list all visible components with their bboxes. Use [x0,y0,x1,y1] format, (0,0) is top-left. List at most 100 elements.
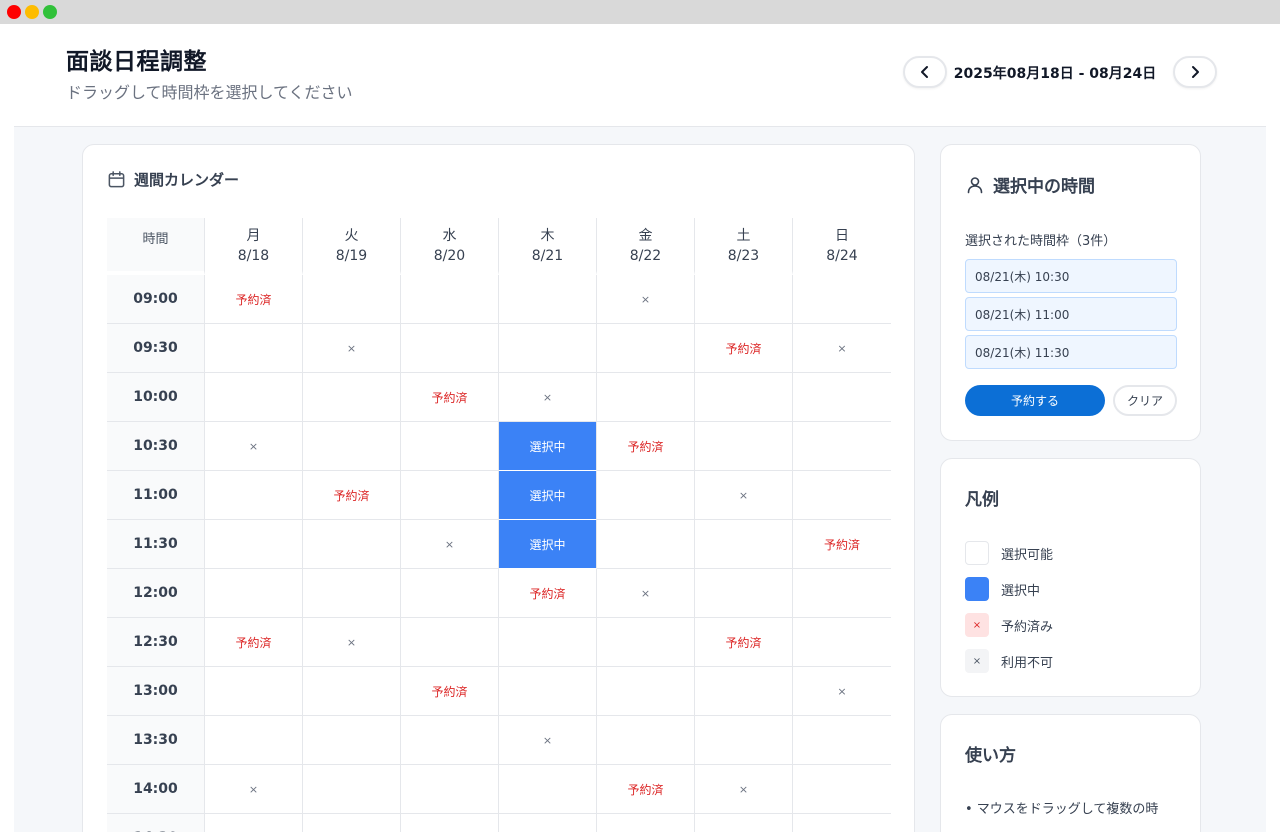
available-slot[interactable] [695,569,793,618]
close-window-icon[interactable] [7,5,21,19]
unavailable-slot: × [695,765,793,814]
selected-times-heading: 選択中の時間 [965,172,1095,197]
available-slot[interactable] [499,275,597,324]
day-header: 月 8/18 [205,218,303,275]
page-subtitle: ドラッグして時間枠を選択してください [66,83,353,102]
selected-slot[interactable]: 選択中 [499,520,597,569]
available-slot[interactable] [401,716,499,765]
available-slot[interactable] [401,422,499,471]
available-slot[interactable] [695,716,793,765]
available-slot[interactable] [303,373,401,422]
available-slot[interactable] [793,716,891,765]
selected-slot-list: 08/21(木) 10:30 08/21(木) 11:00 08/21(木) 11:… [965,259,1177,373]
available-slot[interactable] [303,716,401,765]
calendar-card: 週間カレンダー 時間 月 8/18 火 8/19 水 8/20 木 8/21 金 8/22 土 8/2… [82,144,915,832]
available-slot[interactable] [695,520,793,569]
selected-slot[interactable]: 選択中 [499,471,597,520]
available-slot[interactable] [205,471,303,520]
available-slot[interactable] [499,814,597,832]
available-slot[interactable] [695,275,793,324]
available-slot[interactable] [303,765,401,814]
calendar-heading-label: 週間カレンダー [134,171,240,189]
booked-slot: 予約済 [303,471,401,520]
available-slot[interactable] [597,373,695,422]
day-date: 8/20 [433,248,466,264]
available-slot[interactable] [695,422,793,471]
available-slot[interactable] [401,618,499,667]
available-slot[interactable] [303,814,401,832]
available-slot[interactable] [303,520,401,569]
unavailable-slot: × [205,765,303,814]
selected-slot-item[interactable]: 08/21(木) 10:30 [965,259,1177,293]
unavailable-slot: × [597,275,695,324]
available-slot[interactable] [499,765,597,814]
time-row: 10:30 × 選択中 予約済 [107,422,892,471]
clear-button[interactable]: クリア [1113,385,1177,416]
legend-item-booked: × 予約済み [965,613,1053,637]
available-slot[interactable] [793,618,891,667]
window-titlebar [0,0,1280,24]
legend-title: 凡例 [965,490,999,510]
unavailable-slot: × [695,471,793,520]
selected-count-label: 選択された時間枠（3件） [965,234,1117,249]
minimize-window-icon[interactable] [25,5,39,19]
available-slot[interactable] [597,716,695,765]
available-slot[interactable] [793,373,891,422]
available-slot[interactable] [303,569,401,618]
available-slot[interactable] [597,814,695,832]
selected-slot-item[interactable]: 08/21(木) 11:30 [965,335,1177,369]
available-slot[interactable] [793,569,891,618]
available-slot[interactable] [597,471,695,520]
usage-title: 使い方 [965,746,1016,766]
unavailable-slot: × [303,618,401,667]
available-slot[interactable] [793,422,891,471]
available-slot[interactable] [401,814,499,832]
available-slot[interactable] [401,569,499,618]
available-slot[interactable] [793,814,891,832]
available-slot[interactable] [499,618,597,667]
available-slot[interactable] [401,765,499,814]
usage-card: 使い方 • マウスをドラッグして複数の時 [940,714,1201,832]
available-slot[interactable] [401,471,499,520]
available-slot[interactable] [401,324,499,373]
available-slot[interactable] [205,373,303,422]
available-slot[interactable] [695,814,793,832]
available-slot[interactable] [401,275,499,324]
available-slot[interactable] [793,275,891,324]
available-slot[interactable] [205,569,303,618]
available-slot[interactable] [205,520,303,569]
unavailable-swatch: × [965,649,989,673]
available-slot[interactable] [499,667,597,716]
available-slot[interactable] [205,716,303,765]
day-header: 木 8/21 [499,218,597,275]
booked-slot: 予約済 [695,618,793,667]
time-label: 10:00 [107,373,205,422]
available-slot[interactable] [303,667,401,716]
available-slot[interactable] [597,667,695,716]
day-header: 金 8/22 [597,218,695,275]
available-slot[interactable] [793,471,891,520]
available-slot[interactable] [205,324,303,373]
day-date: 8/24 [826,248,858,264]
available-slot[interactable] [695,373,793,422]
book-button[interactable]: 予約する [965,385,1105,416]
available-slot[interactable] [303,422,401,471]
time-label: 14:30 [107,814,205,832]
available-slot[interactable] [303,275,401,324]
legend-item-unavailable: × 利用不可 [965,649,1053,673]
available-slot[interactable] [793,765,891,814]
selected-slot-item[interactable]: 08/21(木) 11:00 [965,297,1177,331]
next-week-button[interactable] [1173,56,1217,88]
available-slot[interactable] [597,520,695,569]
day-header: 水 8/20 [401,218,499,275]
available-slot[interactable] [499,324,597,373]
available-slot[interactable] [695,667,793,716]
available-slot[interactable] [205,667,303,716]
available-slot[interactable] [597,618,695,667]
available-slot[interactable] [205,814,303,832]
prev-week-button[interactable] [903,56,947,88]
maximize-window-icon[interactable] [43,5,57,19]
selected-slot[interactable]: 選択中 [499,422,597,471]
available-slot[interactable] [597,324,695,373]
time-row: 11:00 予約済 選択中 × [107,471,892,520]
